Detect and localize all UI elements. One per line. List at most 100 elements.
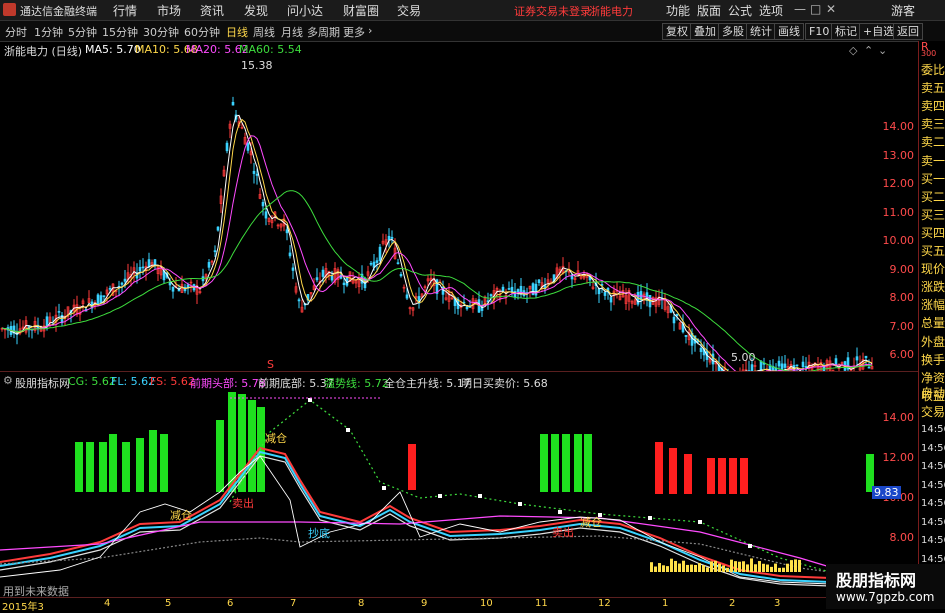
- menu-zixun[interactable]: 资讯: [200, 2, 224, 19]
- candle-body: [289, 253, 291, 256]
- yellow-bar: [678, 564, 681, 572]
- back-button[interactable]: 返回: [893, 23, 923, 40]
- candle-body: [778, 361, 780, 366]
- ytick-10: 10.00: [883, 234, 915, 247]
- green-signal-bar: [562, 434, 570, 492]
- tab-daily[interactable]: 日线: [226, 24, 248, 40]
- draw-line-button[interactable]: 画线: [774, 23, 804, 40]
- ind-ytick-12: 12.00: [883, 451, 915, 464]
- candle-body: [214, 251, 216, 252]
- menu-wenxiaoda[interactable]: 问小达: [287, 2, 323, 19]
- candle-body: [232, 102, 234, 105]
- sidebar-item-2: 卖四: [921, 97, 945, 115]
- ind-ytick-14: 14.00: [883, 411, 915, 424]
- green-signal-bar: [86, 442, 94, 492]
- sidebar-item-4: 卖二: [921, 133, 945, 151]
- strong-line-dot: [382, 486, 386, 490]
- sidebar-item-12: 涨跌: [921, 278, 945, 296]
- overlay-button[interactable]: 叠加: [690, 23, 720, 40]
- ma-line: [2, 136, 872, 371]
- tab-30min[interactable]: 30分钟: [143, 24, 179, 40]
- candle-body: [610, 297, 612, 302]
- candle-body: [226, 143, 228, 151]
- green-signal-bar: [584, 434, 592, 492]
- settings-diamond-icon[interactable]: ◇: [849, 44, 857, 57]
- maximize-button[interactable]: □: [810, 2, 821, 16]
- candle-body: [124, 279, 126, 281]
- sidebar-item-5: 卖一: [921, 152, 945, 170]
- chevron-right-icon[interactable]: ›: [368, 24, 372, 37]
- menu-xuanxiang[interactable]: 选项: [759, 2, 783, 19]
- candlestick-chart[interactable]: 浙能电力 (日线) MA5: 5.70 MA10: 5.68 MA20: 5.6…: [0, 41, 918, 371]
- sell-label-1: 卖出: [232, 495, 254, 511]
- indicator-svg[interactable]: [0, 372, 918, 600]
- sidebar-lower-3: 14:56: [921, 440, 945, 458]
- full-line-value: 全仓主升线: 5.17: [384, 375, 471, 391]
- ind-ytick-8: 8.00: [890, 531, 915, 544]
- green-signal-bar: [122, 442, 130, 492]
- indicator-panel[interactable]: ⚙ 股朋指标网 CG: 5.62 FL: 5.62 FS: 5.62 前期头部:…: [0, 371, 918, 600]
- yellow-bar: [790, 560, 793, 572]
- candle-body: [700, 348, 702, 352]
- tab-fenshi[interactable]: 分时: [5, 24, 27, 40]
- yellow-bar: [738, 562, 741, 572]
- candle-body: [142, 267, 144, 268]
- menu-faxian[interactable]: 发现: [244, 2, 268, 19]
- scroll-down-icon[interactable]: ⌄: [878, 44, 887, 57]
- menu-jiaoyi[interactable]: 交易: [397, 2, 421, 19]
- menu-gongneng[interactable]: 功能: [666, 2, 690, 19]
- sidebar-item-3: 卖三: [921, 115, 945, 133]
- tab-multi-period[interactable]: 多周期: [307, 24, 340, 40]
- green-signal-bar: [136, 438, 144, 492]
- fuquan-button[interactable]: 复权: [662, 23, 692, 40]
- tab-weekly[interactable]: 周线: [253, 24, 275, 40]
- tab-5min[interactable]: 5分钟: [68, 24, 97, 40]
- red-signal-bar: [655, 442, 663, 494]
- menu-banmian[interactable]: 版面: [697, 2, 721, 19]
- minimize-button[interactable]: —: [794, 2, 806, 16]
- yellow-bar: [682, 561, 685, 572]
- indicator-settings-icon[interactable]: ⚙: [3, 374, 13, 387]
- tab-15min[interactable]: 15分钟: [102, 24, 138, 40]
- ytick-7: 7.00: [890, 320, 915, 333]
- yellow-bar: [710, 561, 713, 572]
- yellow-bar: [718, 564, 721, 572]
- candle-body: [172, 287, 174, 291]
- candlestick-svg[interactable]: [0, 41, 918, 371]
- close-button[interactable]: ✕: [826, 2, 836, 16]
- candle-body: [148, 260, 150, 267]
- menu-shichang[interactable]: 市场: [157, 2, 181, 19]
- tab-1min[interactable]: 1分钟: [34, 24, 63, 40]
- candle-body: [286, 230, 288, 233]
- f10-button[interactable]: F10: [805, 23, 833, 40]
- date-axis: 2015年3 4 5 6 7 8 9 10 11 12 1 2 3: [0, 597, 918, 610]
- candle-body: [835, 359, 837, 366]
- menu-caifuquan[interactable]: 财富圈: [343, 2, 379, 19]
- tab-monthly[interactable]: 月线: [281, 24, 303, 40]
- scroll-up-icon[interactable]: ⌃: [864, 44, 873, 57]
- menu-gongshi[interactable]: 公式: [728, 2, 752, 19]
- green-signal-bar: [99, 442, 107, 492]
- menu-hangqing[interactable]: 行情: [113, 2, 137, 19]
- login-status[interactable]: 证券交易未登录: [514, 3, 591, 19]
- title-bar: 通达信金融终端 行情 市场 资讯 发现 问小达 财富圈 交易 证券交易未登录 浙…: [0, 0, 945, 21]
- green-signal-bar: [238, 394, 246, 492]
- green-signal-bar: [109, 434, 117, 492]
- mark-button[interactable]: 标记: [831, 23, 861, 40]
- multi-stock-button[interactable]: 多股: [718, 23, 748, 40]
- red-signal-bar: [729, 458, 737, 494]
- cg-value: CG: 5.62: [68, 375, 116, 388]
- date-tick-0: 2015年3: [2, 598, 44, 613]
- tab-more[interactable]: 更多: [343, 24, 365, 40]
- yellow-bar: [658, 563, 661, 572]
- tab-60min[interactable]: 60分钟: [184, 24, 220, 40]
- ytick-14: 14.00: [883, 120, 915, 133]
- candle-body: [400, 274, 402, 276]
- candle-body: [685, 335, 687, 336]
- prev-bottom-value: 前期底部: 5.37: [258, 375, 334, 391]
- current-value-badge: 9.83: [872, 486, 901, 499]
- candle-body: [490, 294, 492, 295]
- guest-label[interactable]: 游客: [891, 2, 915, 19]
- sidebar-lower-2: 14:56: [921, 421, 945, 439]
- stats-button[interactable]: 统计: [746, 23, 776, 40]
